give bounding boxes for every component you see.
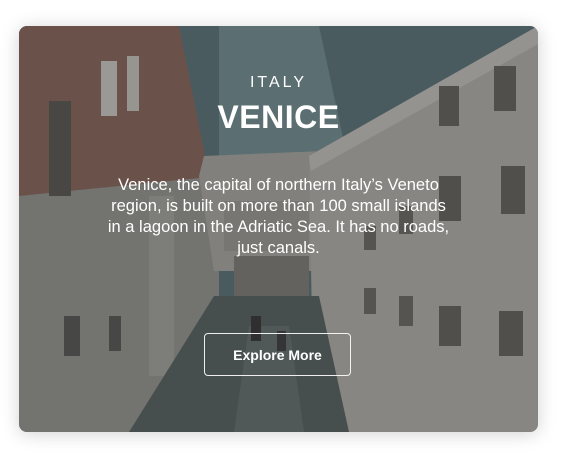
- destination-card: ITALY VENICE Venice, the capital of nort…: [19, 26, 538, 432]
- card-subtitle: ITALY: [249, 74, 308, 91]
- card-description: Venice, the capital of northern Italy’s …: [107, 176, 450, 257]
- card-content: ITALY VENICE Venice, the capital of nort…: [19, 26, 538, 432]
- explore-more-button[interactable]: Explore More: [204, 333, 351, 376]
- card-title: VENICE: [217, 99, 340, 135]
